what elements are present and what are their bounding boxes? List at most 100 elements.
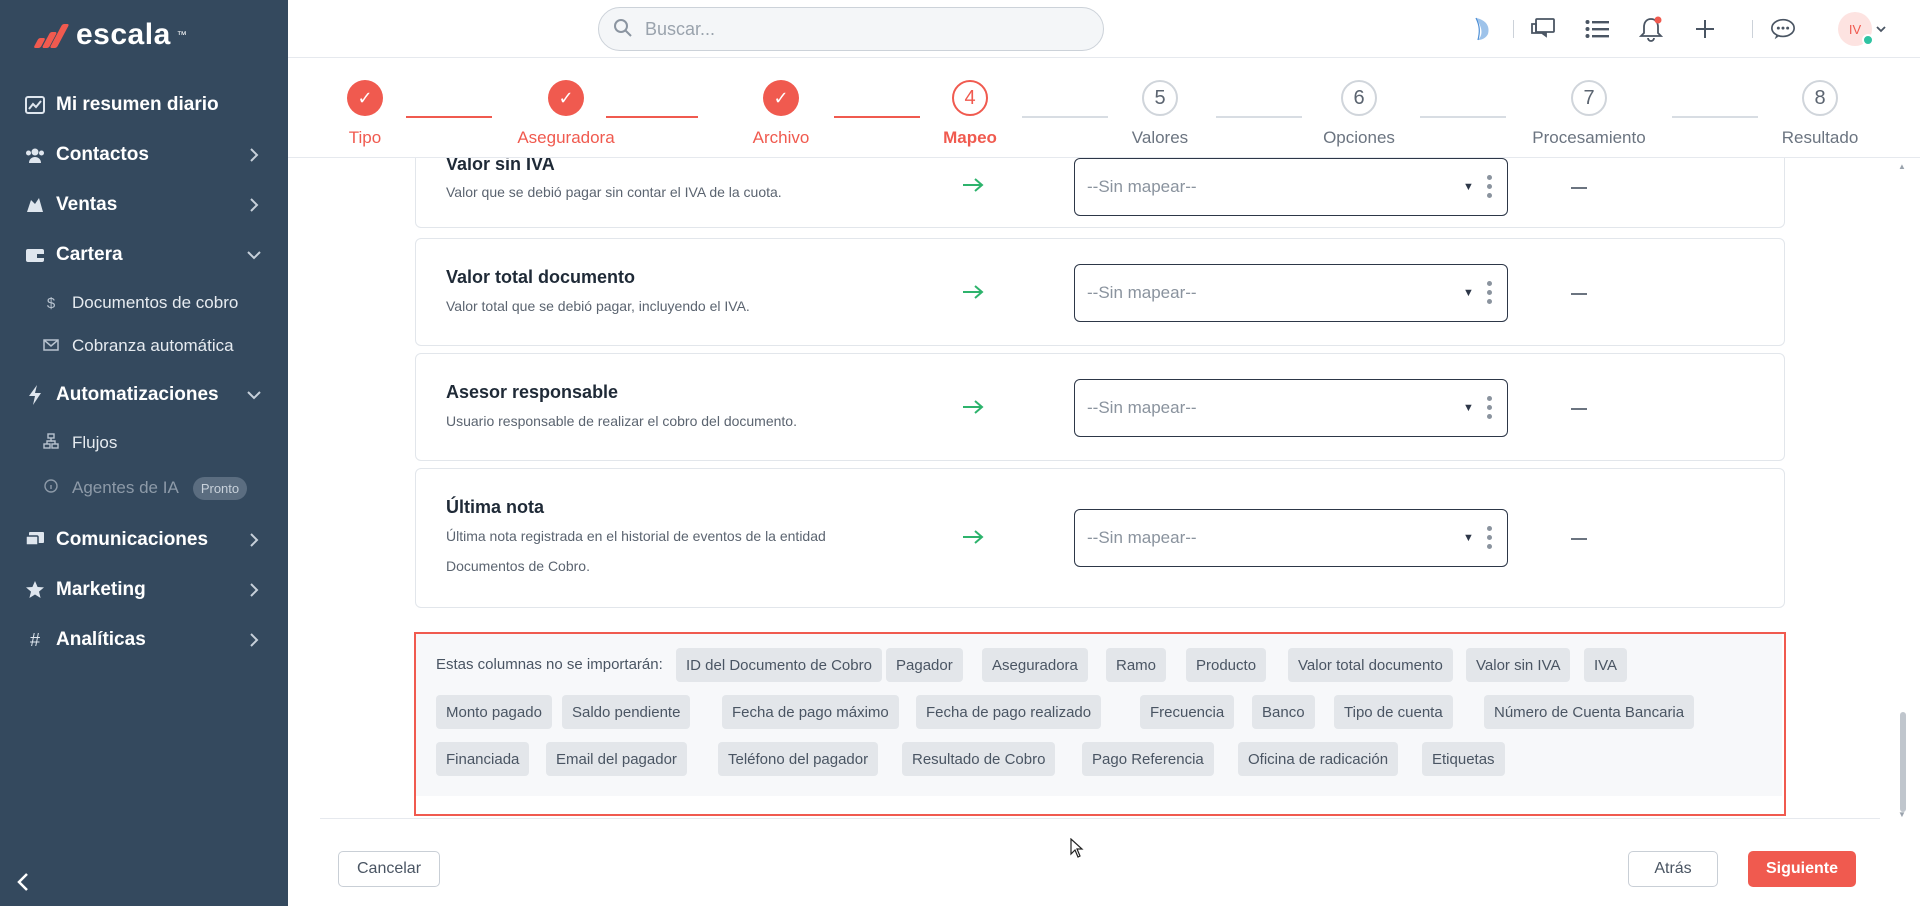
step-opciones[interactable]: 6 Opciones <box>1289 80 1429 148</box>
messages-icon[interactable] <box>1530 16 1556 42</box>
search-input[interactable] <box>645 18 1075 40</box>
scroll-down-icon[interactable]: ▼ <box>1898 810 1906 819</box>
escala-logo-icon <box>30 18 70 52</box>
wallet-icon <box>24 244 46 266</box>
ignored-column-chip: Valor sin IVA <box>1466 648 1571 682</box>
sidebar-item-cartera[interactable]: Cartera <box>0 235 288 275</box>
sidebar-item-label: Mi resumen diario <box>56 94 219 115</box>
sidebar-item-comunicaciones[interactable]: Comunicaciones <box>0 520 288 560</box>
ignored-column-chip: Tipo de cuenta <box>1334 695 1453 729</box>
brand-name: escala <box>76 18 171 51</box>
step-number: 6 <box>1341 80 1377 116</box>
user-avatar[interactable]: IV <box>1838 12 1874 46</box>
ai-feather-icon[interactable] <box>1470 16 1496 42</box>
handshake-icon <box>24 194 46 216</box>
scrollbar-thumb[interactable] <box>1900 712 1906 812</box>
search-bar[interactable] <box>598 7 1104 51</box>
select-value: --Sin mapear-- <box>1087 283 1197 302</box>
mapping-row: Última nota Última nota registrada en el… <box>415 468 1785 608</box>
sidebar-item-analiticas[interactable]: # Analíticas <box>0 620 288 660</box>
step-label: Opciones <box>1323 128 1395 147</box>
next-button[interactable]: Siguiente <box>1748 851 1856 887</box>
column-select[interactable]: --Sin mapear-- ▼ <box>1074 264 1508 322</box>
step-tipo[interactable]: ✓ Tipo <box>295 80 435 148</box>
ignored-column-chip: Saldo pendiente <box>562 695 691 729</box>
sidebar-item-automatizaciones[interactable]: Automatizaciones <box>0 375 288 415</box>
users-icon <box>24 144 46 166</box>
caret-down-icon: ▼ <box>1463 402 1474 414</box>
sidebar-item-contactos[interactable]: Contactos <box>0 135 288 175</box>
chevron-down-icon <box>244 385 264 405</box>
ignored-column-chip: Producto <box>1186 648 1267 682</box>
sidebar-subitem-label: Flujos <box>72 433 118 452</box>
caret-down-icon: ▼ <box>1463 287 1474 299</box>
ignored-column-chip: Aseguradora <box>982 648 1088 682</box>
cancel-button[interactable]: Cancelar <box>338 851 440 887</box>
step-number: 5 <box>1142 80 1178 116</box>
collapse-sidebar-icon[interactable] <box>16 872 40 896</box>
step-mapeo[interactable]: 4 Mapeo <box>900 80 1040 148</box>
sidebar-subitem-flujos[interactable]: Flujos <box>0 425 288 461</box>
drag-handle-icon[interactable] <box>1487 396 1493 424</box>
scroll-up-icon[interactable]: ▲ <box>1898 162 1906 171</box>
step-valores[interactable]: 5 Valores <box>1090 80 1230 148</box>
sidebar-item-label: Cartera <box>56 244 123 265</box>
notifications-bell-icon[interactable] <box>1638 16 1664 42</box>
column-select[interactable]: --Sin mapear-- ▼ <box>1074 158 1508 216</box>
back-button[interactable]: Atrás <box>1628 851 1718 887</box>
toolbar-divider <box>1752 20 1753 38</box>
step-number: 7 <box>1571 80 1607 116</box>
flow-icon <box>42 433 60 453</box>
ignored-column-chip: Frecuencia <box>1140 695 1235 729</box>
step-archivo[interactable]: ✓ Archivo <box>711 80 851 148</box>
drag-handle-icon[interactable] <box>1487 175 1493 203</box>
brand-logo[interactable]: escala ™ <box>30 18 187 52</box>
bolt-icon <box>24 384 46 406</box>
sidebar-subitem-label: Documentos de cobro <box>72 293 239 312</box>
step-label: Aseguradora <box>517 128 615 147</box>
plus-icon[interactable] <box>1692 16 1718 42</box>
drag-handle-icon[interactable] <box>1487 281 1493 309</box>
ignored-column-chip: Teléfono del pagador <box>718 742 879 776</box>
drag-handle-icon[interactable] <box>1487 526 1493 554</box>
ignored-column-chip: ID del Documento de Cobro <box>676 648 882 682</box>
support-chat-icon[interactable] <box>1770 16 1796 42</box>
sidebar-subitem-documentos-cobro[interactable]: $ Documentos de cobro <box>0 285 288 321</box>
ignored-column-chip: Valor total documento <box>1288 648 1453 682</box>
chevron-down-icon[interactable] <box>1874 16 1888 42</box>
ignored-column-chip: Pago Referencia <box>1082 742 1214 776</box>
field-title: Última nota <box>446 497 545 517</box>
step-procesamiento[interactable]: 7 Procesamiento <box>1519 80 1659 148</box>
mapping-row: Valor sin IVA Valor que se debió pagar s… <box>415 158 1785 228</box>
content-scrollbar[interactable]: ▲ ▼ <box>1898 162 1906 822</box>
step-resultado[interactable]: 8 Resultado <box>1750 80 1890 148</box>
column-select[interactable]: --Sin mapear-- ▼ <box>1074 509 1508 567</box>
preview-empty-dash <box>1571 293 1587 295</box>
step-label: Archivo <box>752 128 810 147</box>
topbar: IV <box>288 0 1920 58</box>
caret-down-icon: ▼ <box>1463 181 1474 193</box>
step-aseguradora[interactable]: ✓ Aseguradora <box>496 80 636 148</box>
column-select[interactable]: --Sin mapear-- ▼ <box>1074 379 1508 437</box>
field-description: Valor que se debió pagar sin contar el I… <box>446 184 782 200</box>
sidebar-item-resumen[interactable]: Mi resumen diario <box>0 85 288 125</box>
toolbar-divider <box>1513 20 1514 38</box>
sidebar-subitem-label: Cobranza automática <box>72 336 234 355</box>
step-label: Valores <box>1131 128 1189 147</box>
sidebar-subitem-cobranza-automatica[interactable]: Cobranza automática <box>0 328 288 364</box>
ignored-column-chip: Banco <box>1252 695 1315 729</box>
ignored-columns-label: Estas columnas no se importarán: <box>436 656 663 673</box>
select-value: --Sin mapear-- <box>1087 528 1197 547</box>
step-check-icon: ✓ <box>763 80 799 116</box>
avatar-initials: IV <box>1848 21 1862 37</box>
sidebar-item-label: Marketing <box>56 579 146 600</box>
select-value: --Sin mapear-- <box>1087 398 1197 417</box>
list-icon[interactable] <box>1584 16 1610 42</box>
step-label: Resultado <box>1781 128 1859 147</box>
chevron-right-icon <box>244 630 264 650</box>
sidebar-item-marketing[interactable]: Marketing <box>0 570 288 610</box>
sidebar-item-ventas[interactable]: Ventas <box>0 185 288 225</box>
info-icon <box>42 479 60 497</box>
step-number: 8 <box>1802 80 1838 116</box>
sidebar-item-label: Automatizaciones <box>56 384 219 405</box>
